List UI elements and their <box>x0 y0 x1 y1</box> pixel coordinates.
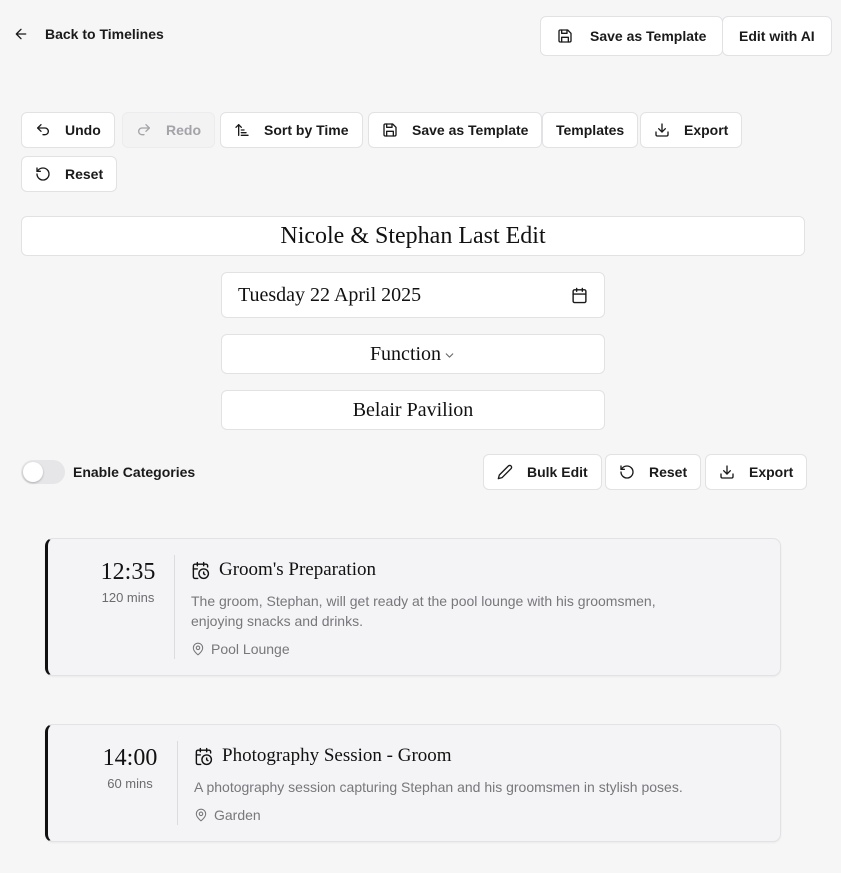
timeline-title: Nicole & Stephan Last Edit <box>280 222 546 249</box>
venue-value: Belair Pavilion <box>352 398 474 421</box>
undo-icon <box>37 124 49 136</box>
save-as-template-button[interactable]: Save as Template <box>368 112 543 148</box>
export-button[interactable]: Export <box>640 112 743 148</box>
undo-label: Undo <box>65 122 101 138</box>
toggle-knob <box>23 462 43 482</box>
calendar-clock-icon <box>195 747 213 765</box>
venue-input[interactable]: Belair Pavilion <box>221 390 605 430</box>
date-value: Tuesday 22 April 2025 <box>238 283 422 306</box>
save-icon <box>383 123 397 137</box>
map-pin-icon <box>192 642 204 656</box>
download-icon <box>720 465 734 479</box>
sort-by-time-button[interactable]: Sort by Time <box>220 112 363 148</box>
event-card[interactable]: 12:35 120 mins Groom's Preparation The g… <box>45 538 781 676</box>
undo-button[interactable]: Undo <box>21 112 115 148</box>
event-title-text: Groom's Preparation <box>219 559 376 580</box>
rotate-ccw-icon <box>36 167 50 181</box>
event-divider <box>174 555 175 659</box>
event-time: 14:00 <box>102 745 158 771</box>
templates-label: Templates <box>556 122 625 138</box>
calendar-clock-icon <box>192 561 210 579</box>
back-to-timelines-link[interactable]: Back to Timelines <box>13 26 164 42</box>
event-duration: 60 mins <box>107 776 153 791</box>
event-divider <box>177 741 178 825</box>
event-card[interactable]: 14:00 60 mins Photography Session - Groo… <box>45 724 781 842</box>
reset-label: Reset <box>65 166 104 182</box>
bulk-edit-label: Bulk Edit <box>527 464 588 480</box>
event-title-text: Photography Session - Groom <box>222 745 452 766</box>
redo-label: Redo <box>166 122 201 138</box>
map-pin-icon <box>195 808 207 822</box>
edit-with-ai-button[interactable]: Edit with AI <box>722 16 832 56</box>
download-icon <box>655 123 669 137</box>
export-events-label: Export <box>749 464 794 480</box>
event-location: Garden <box>194 807 261 823</box>
event-time: 12:35 <box>100 559 156 585</box>
event-title: Groom's Preparation <box>191 559 376 581</box>
back-label: Back to Timelines <box>45 26 164 42</box>
chevron-down-icon <box>445 352 454 358</box>
enable-categories-label: Enable Categories <box>73 464 196 480</box>
arrow-left-icon <box>15 28 27 40</box>
event-description: The groom, Stephan, will get ready at th… <box>191 593 656 629</box>
pencil-icon <box>497 464 513 480</box>
reset-events-label: Reset <box>649 464 688 480</box>
save-as-template-label: Save as Template <box>412 122 529 138</box>
event-location: Pool Lounge <box>191 641 290 657</box>
edit-with-ai-label: Edit with AI <box>739 28 815 44</box>
redo-button[interactable]: Redo <box>122 112 215 148</box>
event-type-value: Function <box>369 342 442 365</box>
save-as-template-label: Save as Template <box>590 28 707 44</box>
calendar-icon <box>572 287 587 303</box>
reset-events-button[interactable]: Reset <box>605 454 702 490</box>
event-type-select[interactable]: Function <box>221 334 605 374</box>
event-duration: 120 mins <box>101 590 155 605</box>
redo-icon <box>138 124 150 136</box>
sort-ascending-icon <box>235 124 249 136</box>
event-location-text: Garden <box>214 807 261 823</box>
enable-categories-toggle[interactable] <box>21 460 65 484</box>
event-title: Photography Session - Groom <box>194 745 452 767</box>
save-as-template-header-button[interactable]: Save as Template <box>540 16 724 56</box>
sort-by-time-label: Sort by Time <box>264 122 349 138</box>
event-description: A photography session capturing Stephan … <box>194 779 683 795</box>
bulk-edit-button[interactable]: Bulk Edit <box>483 454 602 490</box>
date-picker[interactable]: Tuesday 22 April 2025 <box>221 272 605 318</box>
rotate-ccw-icon <box>620 465 634 479</box>
reset-button[interactable]: Reset <box>21 156 118 192</box>
timeline-title-input[interactable]: Nicole & Stephan Last Edit <box>21 216 805 256</box>
export-events-button[interactable]: Export <box>705 454 808 490</box>
export-label: Export <box>684 122 729 138</box>
save-icon <box>558 29 572 43</box>
templates-button[interactable]: Templates <box>542 112 639 148</box>
event-location-text: Pool Lounge <box>211 641 290 657</box>
